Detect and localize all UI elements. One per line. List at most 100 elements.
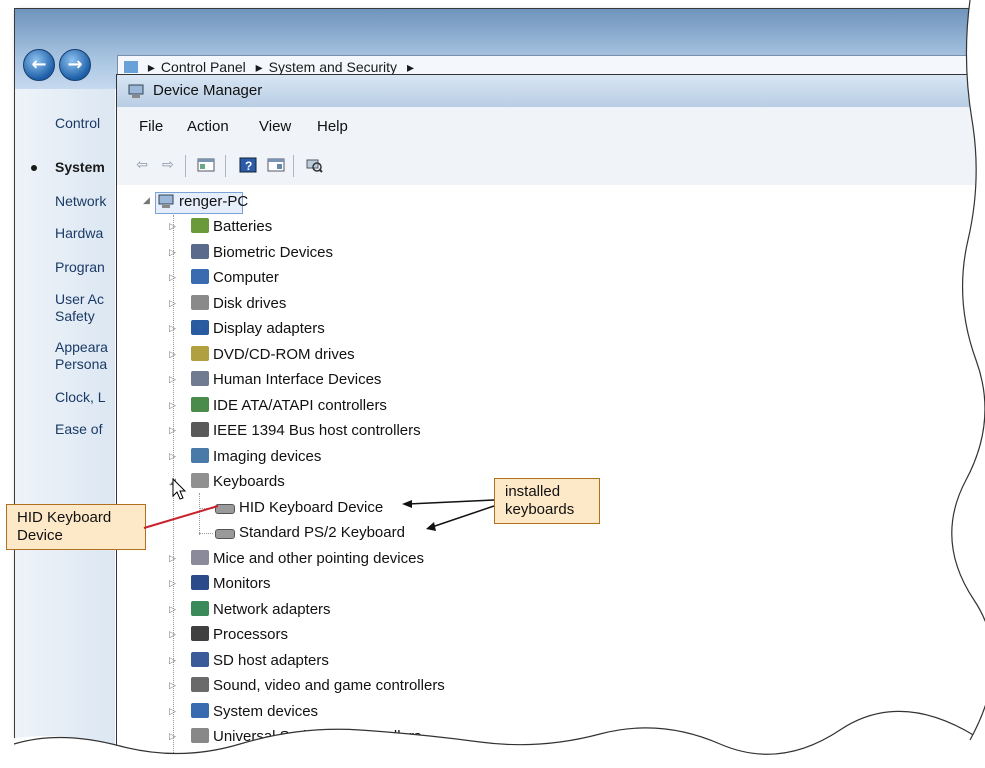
control-panel-sidebar [15, 89, 115, 749]
category-label: Human Interface Devices [213, 371, 382, 388]
device-category-icon [191, 575, 209, 590]
tree-category-computer[interactable]: Computer [191, 267, 279, 289]
tree-category-processors[interactable]: Processors [191, 624, 288, 646]
menu-view[interactable]: View [259, 118, 291, 135]
keyboard-icon [215, 503, 235, 514]
toolbar-separator [225, 155, 226, 177]
tree-category-monitors[interactable]: Monitors [191, 573, 271, 595]
menu-action[interactable]: Action [187, 118, 229, 135]
device-category-icon [191, 600, 209, 616]
expand-toggle-icon[interactable]: ▷ [169, 579, 176, 589]
tree-line [199, 533, 213, 534]
device-category-icon [191, 345, 209, 361]
menu-help[interactable]: Help [317, 118, 348, 135]
device-category-icon [191, 269, 209, 284]
menu-bar: File Action View Help [117, 107, 985, 148]
scan-hardware-icon[interactable] [303, 155, 325, 175]
expand-toggle-icon[interactable]: ▷ [169, 630, 176, 640]
category-label: Display adapters [213, 320, 325, 337]
collapse-root-icon[interactable]: ◢ [143, 196, 150, 206]
callout-hid-keyboard: HID Keyboard Device [6, 504, 146, 550]
category-label: IEEE 1394 Bus host controllers [213, 422, 421, 439]
forward-arrow-icon[interactable]: ⇨ [157, 155, 179, 175]
properties-pane-icon[interactable] [265, 155, 287, 175]
tree-category-sd-host-adapters[interactable]: SD host adapters [191, 650, 329, 672]
expand-toggle-icon[interactable]: ▷ [169, 324, 176, 334]
window-title: Device Manager [153, 82, 263, 99]
category-label: Imaging devices [213, 447, 322, 465]
category-label: Sound, video and game controllers [213, 677, 445, 694]
sidebar-item-hardware[interactable]: Hardwa [55, 225, 103, 241]
category-label: Mice and other pointing devices [213, 549, 424, 567]
tree-category-batteries[interactable]: Batteries [191, 216, 272, 238]
expand-toggle-icon[interactable]: ▷ [169, 273, 176, 283]
expand-toggle-icon[interactable]: ▷ [169, 350, 176, 360]
tree-category-ieee-1394-bus-host-controllers[interactable]: IEEE 1394 Bus host controllers [191, 420, 421, 442]
tree-category-mice-and-other-pointing-devices[interactable]: Mice and other pointing devices [191, 548, 424, 570]
keyboard-device-2[interactable]: Standard PS/2 Keyboard [215, 522, 405, 544]
device-category-icon [191, 320, 209, 335]
expand-toggle-icon[interactable]: ▷ [169, 656, 176, 666]
tree-category-keyboards[interactable]: Keyboards [191, 471, 285, 493]
back-button[interactable]: ← [23, 49, 55, 81]
tree-line [199, 493, 200, 535]
category-label: IDE ATA/ATAPI controllers [213, 396, 387, 414]
tree-root-computer[interactable]: renger-PC [157, 191, 248, 213]
tree-category-disk-drives[interactable]: Disk drives [191, 293, 286, 315]
expand-toggle-icon[interactable]: ▷ [169, 554, 176, 564]
sidebar-item-clock[interactable]: Clock, L [55, 389, 106, 405]
expand-toggle-icon[interactable]: ▷ [169, 426, 176, 436]
torn-edge-decoration [0, 710, 985, 768]
expand-toggle-icon[interactable]: ▷ [169, 605, 176, 615]
tree-category-sound-video-and-game-controllers[interactable]: Sound, video and game controllers [191, 675, 445, 697]
device-category-icon [191, 294, 209, 310]
device-label: Standard PS/2 Keyboard [239, 524, 405, 541]
tree-category-human-interface-devices[interactable]: Human Interface Devices [191, 369, 381, 391]
tree-category-imaging-devices[interactable]: Imaging devices [191, 446, 321, 468]
help-icon[interactable]: ? [237, 155, 259, 175]
expand-toggle-icon[interactable]: ▷ [169, 401, 176, 411]
sidebar-item-control[interactable]: Control [55, 115, 100, 131]
tree-category-display-adapters[interactable]: Display adapters [191, 318, 325, 340]
category-label: Batteries [213, 218, 273, 235]
expand-toggle-icon[interactable]: ▷ [169, 375, 176, 385]
device-category-icon [191, 371, 209, 386]
show-hide-console-tree-icon[interactable] [195, 155, 217, 175]
device-category-icon [191, 447, 209, 463]
device-category-icon [191, 218, 209, 233]
toolbar: ⇦ ⇨ ? [117, 147, 985, 186]
toolbar-separator [185, 155, 186, 177]
sidebar-item-appearance[interactable]: Appeara Persona [55, 339, 108, 373]
root-label: renger-PC [179, 193, 249, 210]
sidebar-item-programs[interactable]: Progran [55, 259, 105, 275]
keyboard-device-1[interactable]: HID Keyboard Device [215, 497, 383, 519]
device-category-icon [191, 626, 209, 641]
sidebar-item-user-accounts[interactable]: User Ac Safety [55, 291, 104, 325]
back-arrow-icon[interactable]: ⇦ [131, 155, 153, 175]
tree-category-network-adapters[interactable]: Network adapters [191, 599, 331, 621]
category-label: Biometric Devices [213, 243, 334, 261]
category-label: Processors [213, 626, 289, 643]
callout-installed-keyboards: installed keyboards [494, 478, 600, 524]
device-category-icon [191, 422, 209, 437]
category-label: Disk drives [213, 294, 287, 312]
tree-category-biometric-devices[interactable]: Biometric Devices [191, 242, 333, 264]
sidebar-item-ease-of-access[interactable]: Ease of [55, 421, 102, 437]
category-label: DVD/CD-ROM drives [213, 345, 355, 363]
menu-file[interactable]: File [139, 118, 163, 135]
sidebar-item-system[interactable]: System [55, 159, 105, 175]
sidebar-item-network[interactable]: Network [55, 193, 106, 209]
forward-button[interactable]: → [59, 49, 91, 81]
tree-category-dvd-cd-rom-drives[interactable]: DVD/CD-ROM drives [191, 344, 355, 366]
expand-toggle-icon[interactable]: ▷ [169, 222, 176, 232]
category-label: Monitors [213, 575, 271, 592]
expand-toggle-icon[interactable]: ▷ [169, 248, 176, 258]
tree-category-ide-ata-atapi-controllers[interactable]: IDE ATA/ATAPI controllers [191, 395, 387, 417]
device-category-icon [191, 651, 209, 667]
expand-toggle-icon[interactable]: ▷ [169, 681, 176, 691]
tree-line [199, 507, 213, 509]
torn-edge-right [951, 0, 985, 741]
expand-toggle-icon[interactable]: ▷ [169, 452, 176, 462]
category-label: Computer [213, 269, 279, 286]
expand-toggle-icon[interactable]: ▷ [169, 299, 176, 309]
